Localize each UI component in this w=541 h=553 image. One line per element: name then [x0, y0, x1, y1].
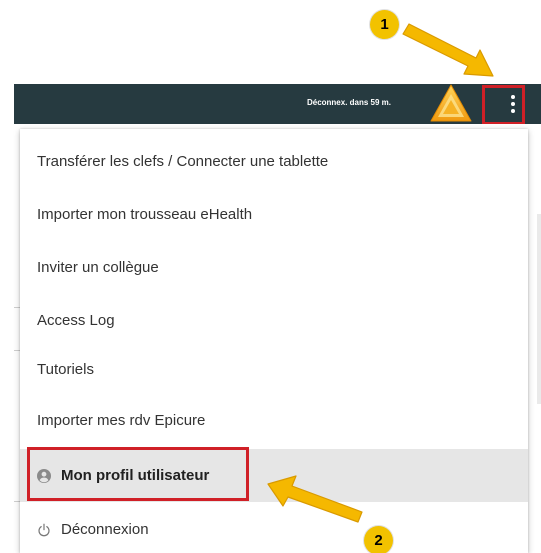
menu-item-label: Déconnexion: [61, 521, 149, 538]
user-circle-icon: [37, 468, 51, 483]
kebab-dot: [511, 95, 515, 99]
menu-item-user-profile[interactable]: Mon profil utilisateur: [20, 449, 528, 502]
session-timer-text: Déconnex. dans 59 m.: [306, 98, 391, 107]
top-bar: Déconnex. dans 59 m.: [14, 84, 541, 124]
menu-item-label: Inviter un collègue: [37, 259, 159, 276]
kebab-menu-icon[interactable]: [498, 88, 528, 120]
step-1-badge: 1: [370, 10, 399, 39]
menu-item-label: Transférer les clefs / Connecter une tab…: [37, 153, 329, 170]
menu-item-import-epicure[interactable]: Importer mes rdv Epicure: [20, 394, 528, 447]
kebab-dot: [511, 109, 515, 113]
step-2-badge: 2: [364, 526, 393, 553]
menu-item-tutorials[interactable]: Tutoriels: [20, 343, 528, 396]
menu-item-transfer-keys[interactable]: Transférer les clefs / Connecter une tab…: [20, 135, 528, 188]
annotation-area: [0, 0, 541, 84]
power-icon: [38, 523, 50, 536]
menu-item-label: Mon profil utilisateur: [61, 467, 210, 484]
menu-item-label: Importer mes rdv Epicure: [37, 412, 206, 429]
menu-item-label: Tutoriels: [37, 361, 94, 378]
triangle-logo-icon[interactable]: [430, 84, 472, 124]
menu-item-invite-colleague[interactable]: Inviter un collègue: [20, 241, 528, 294]
menu-item-import-ehealth[interactable]: Importer mon trousseau eHealth: [20, 188, 528, 241]
menu-item-label: Access Log: [37, 312, 115, 329]
menu-item-access-log[interactable]: Access Log: [20, 294, 528, 347]
scroll-edge: [537, 214, 541, 404]
menu-item-label: Importer mon trousseau eHealth: [37, 206, 253, 223]
kebab-dot: [511, 102, 515, 106]
user-dropdown-menu: Transférer les clefs / Connecter une tab…: [20, 129, 528, 553]
menu-item-logout[interactable]: Déconnexion: [20, 503, 528, 553]
